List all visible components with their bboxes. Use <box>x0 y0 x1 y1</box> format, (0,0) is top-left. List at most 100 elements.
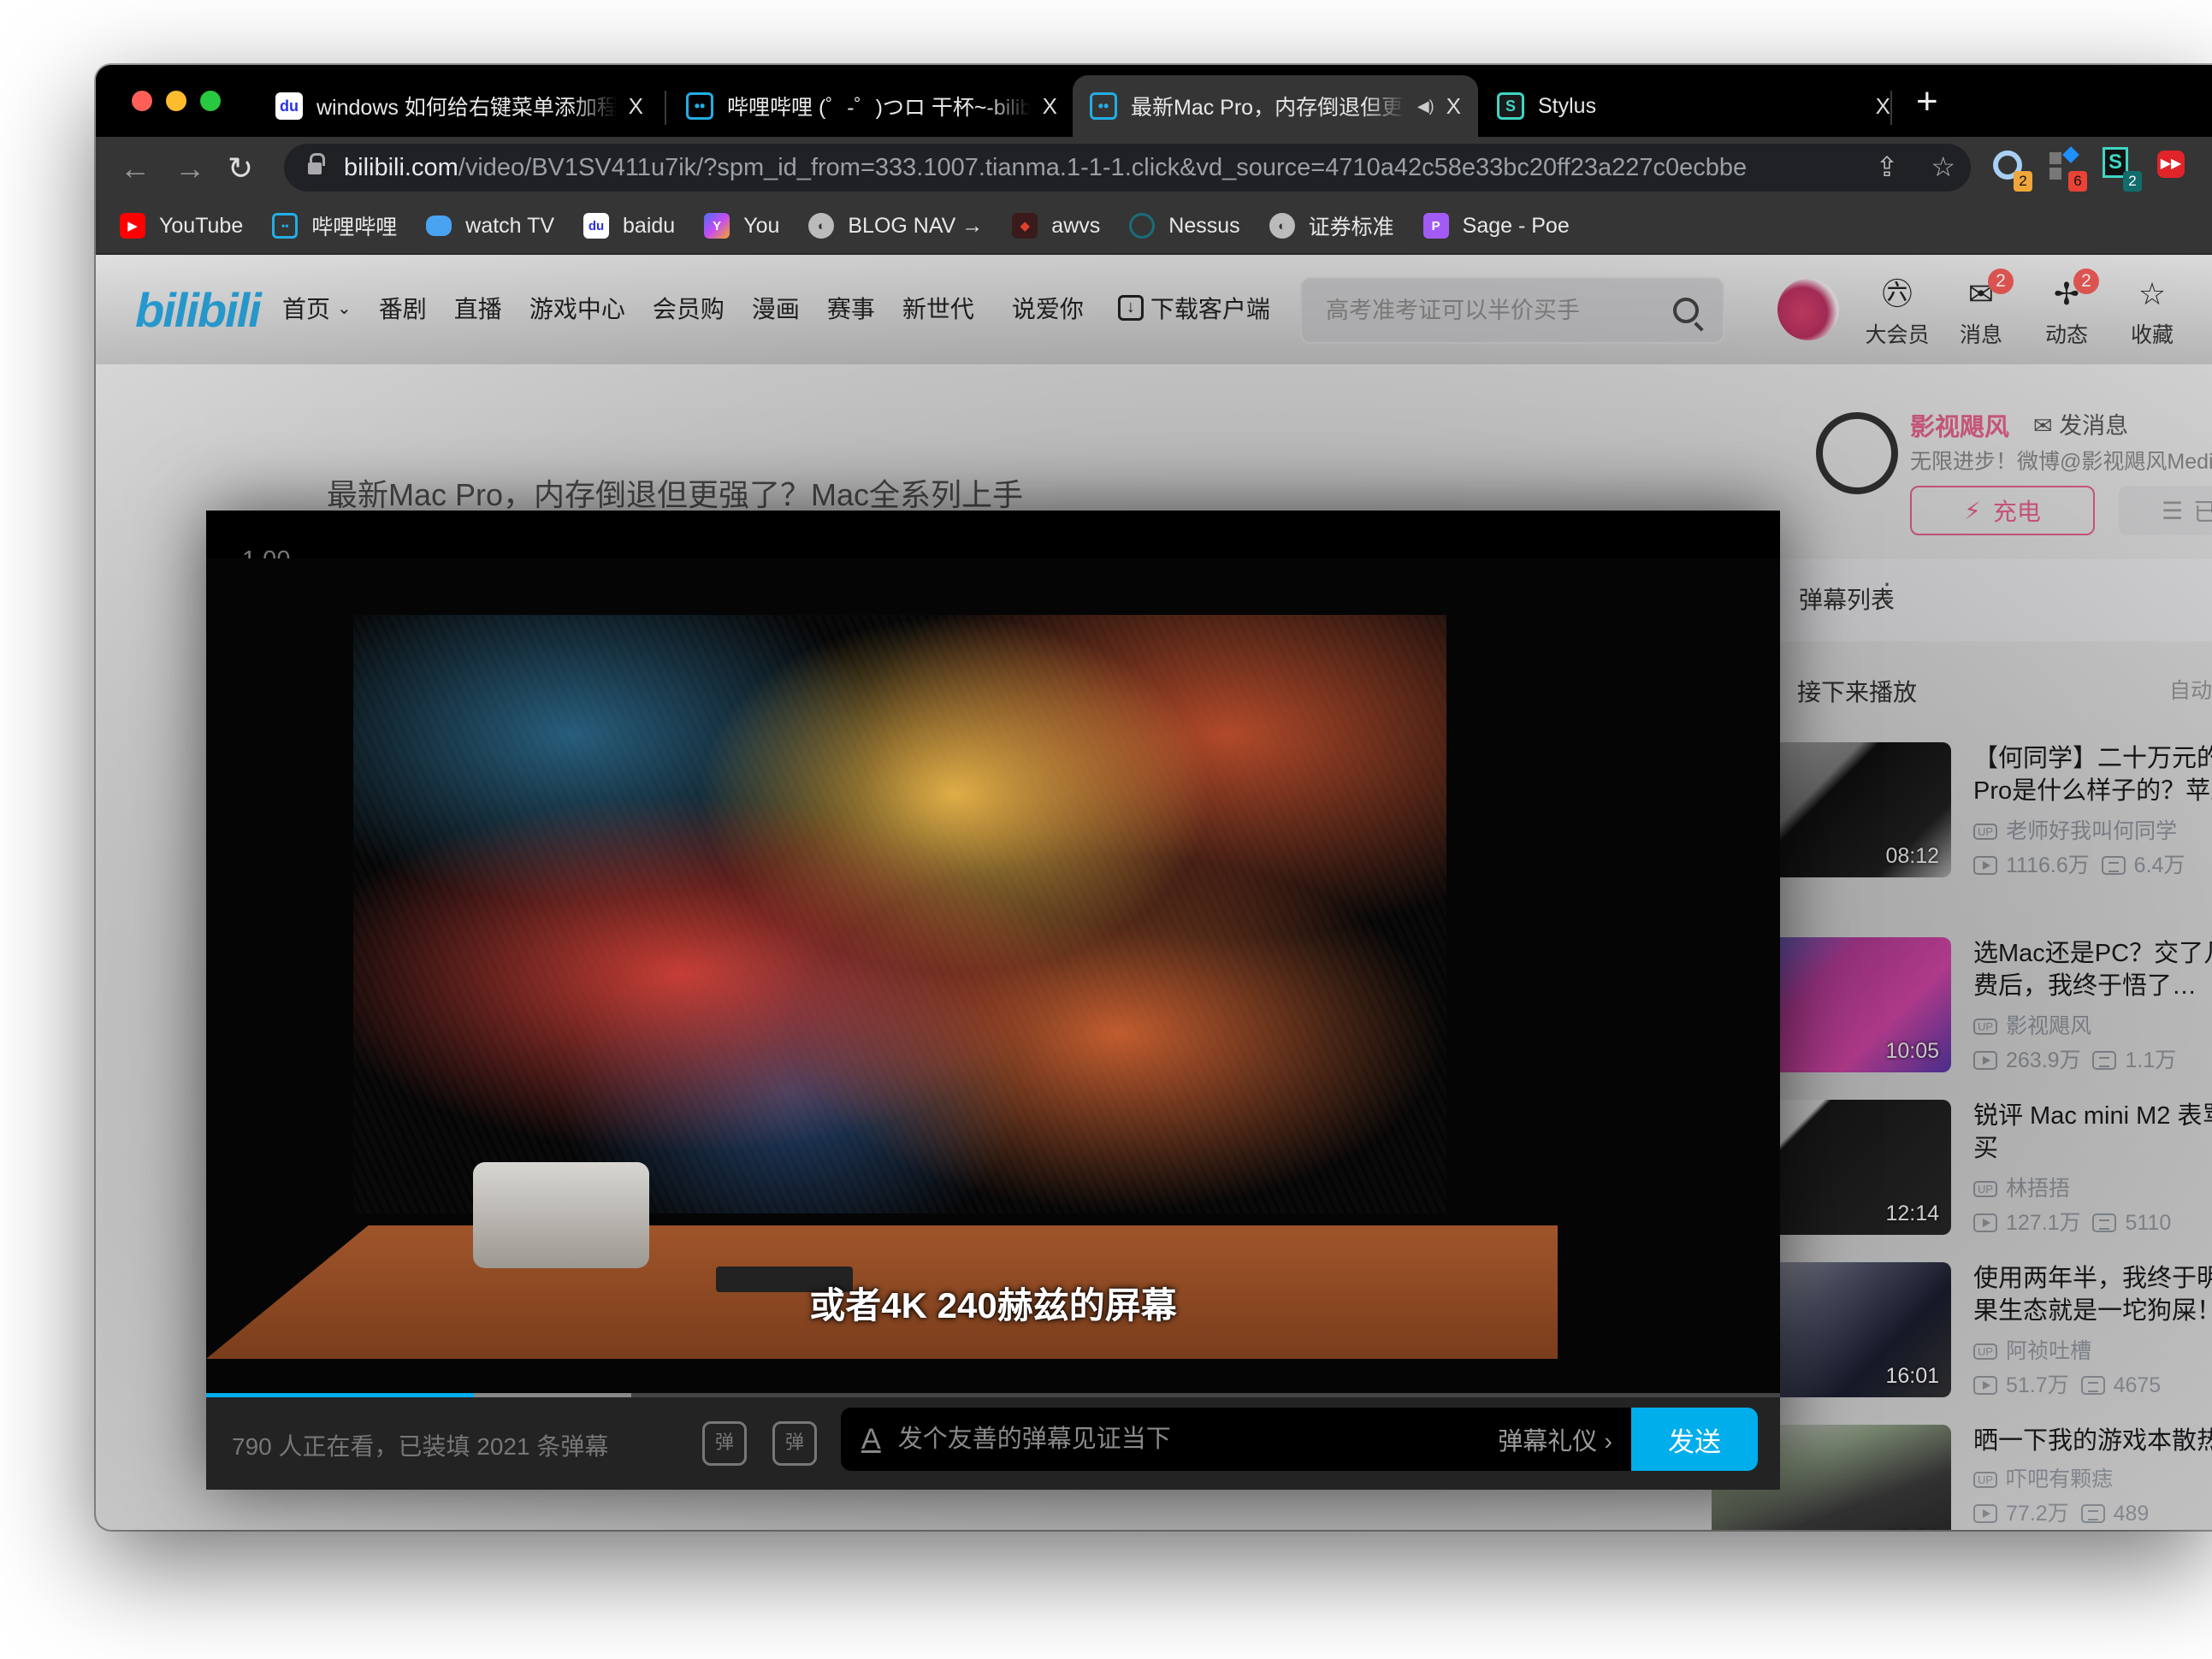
bookmark-nessus[interactable]: Nessus <box>1129 213 1240 239</box>
back-arrow-icon[interactable]: ← <box>120 151 151 186</box>
nav-new-generation[interactable]: 新世代 <box>902 291 974 325</box>
tab-stylus[interactable]: S Stylus X <box>1480 75 1907 137</box>
nav-say-love[interactable]: 说爱你 <box>1012 291 1084 325</box>
play-count-icon <box>1973 1376 1997 1395</box>
uploader-description: 无限进步！微博@影视飓风MediaStorm <box>1910 450 2212 474</box>
search-input[interactable] <box>1326 297 1673 324</box>
close-tab-icon[interactable]: X <box>1876 93 1890 120</box>
web-page: bilibili 首页 ⌄ 番剧 直播 游戏中心 会员购 漫画 赛事 新世代 说爱… <box>96 255 2212 1530</box>
danmaku-toggle-icon[interactable]: 弹 <box>702 1421 747 1466</box>
bilibili-icon: •• <box>1090 92 1117 120</box>
nav-download-client[interactable]: ↓ 下载客户端 <box>1117 291 1270 325</box>
stylus-extension-icon[interactable]: S 2 <box>2103 147 2142 192</box>
danmaku-list-header[interactable]: 弹幕列表 ⋮ <box>1780 559 2212 641</box>
bookmark-you[interactable]: Y You <box>704 213 779 239</box>
nav-shop[interactable]: 会员购 <box>653 291 725 325</box>
nav-anime[interactable]: 番剧 <box>379 291 427 325</box>
bookmarks-bar: ▶ YouTube •• 哔哩哔哩 watch TV du baidu Y You ◐ B… <box>96 198 2212 255</box>
danmaku-etiquette-link[interactable]: 弹幕礼仪 › <box>1498 1421 1612 1457</box>
extension-2-icon[interactable]: 6 <box>2048 146 2087 192</box>
more-options-icon[interactable]: ⋮ <box>1874 578 1900 608</box>
recommendation-item[interactable]: 00:34 晒一下我的游戏本散热 UP吓吧有颗痣 77.2万 489 <box>1712 1425 2212 1530</box>
url-path: /video/BV1SV411u7ik/?spm_id_from=333.100… <box>458 153 1748 181</box>
forward-arrow-icon[interactable]: → <box>174 151 205 186</box>
stylus-icon: S <box>1497 92 1524 120</box>
close-tab-icon[interactable]: X <box>1446 93 1461 120</box>
extension-1-icon[interactable]: 2 <box>1993 147 2032 192</box>
search-icon[interactable] <box>1673 298 1699 323</box>
bookmark-blog-nav[interactable]: ◐ BLOG NAV → <box>808 213 983 239</box>
new-tab-button[interactable]: + <box>1916 80 1938 123</box>
bookmark-youtube[interactable]: ▶ YouTube <box>120 213 243 239</box>
tv-icon <box>426 215 452 236</box>
nav-esports[interactable]: 赛事 <box>827 291 875 325</box>
up-icon: UP <box>1973 1018 1998 1035</box>
nav-manga[interactable]: 漫画 <box>752 291 800 325</box>
header-dynamics[interactable]: ✢ 动态 2 <box>2032 269 2101 349</box>
play-count-icon <box>1973 1051 1997 1070</box>
envelope-icon: ✉ <box>2033 413 2060 439</box>
danmaku-count-icon <box>2092 1051 2117 1070</box>
tab-separator <box>665 91 666 125</box>
tab-active-video[interactable]: •• 最新Mac Pro，内存倒退但更强了 ◀︎) X <box>1073 75 1478 137</box>
nav-live[interactable]: 直播 <box>454 291 502 325</box>
lock-icon <box>308 153 325 176</box>
follow-button[interactable]: ☰已关注 635 <box>2119 486 2212 535</box>
extension-4-icon[interactable]: ▶▶ <box>2157 147 2191 185</box>
nav-home[interactable]: 首页 ⌄ <box>282 291 352 325</box>
uploader-name[interactable]: 影视飓风 <box>1910 407 2009 443</box>
bookmark-bilibili[interactable]: •• 哔哩哔哩 <box>272 210 397 241</box>
recommendation-item[interactable]: 08:12 【何同学】二十万元的Mac Pro是什么样子的？苹果Mac UP老师… <box>1712 742 2212 883</box>
message-count-badge: 2 <box>1988 269 2014 294</box>
youtube-icon: ▶ <box>120 213 145 239</box>
recommendation-item[interactable]: 10:05 选Mac还是PC？交了几万学费后，我终于悟了… UP影视飓风 263… <box>1712 937 2212 1078</box>
header-vip[interactable]: ㊅ 大会员 <box>1863 275 1931 349</box>
user-avatar[interactable] <box>1777 279 1839 340</box>
video-player[interactable]: 1.00 或者4K 240赫兹的屏幕 790 人正在看，已装填 2021 条弹幕… <box>206 511 1780 1490</box>
close-tab-icon[interactable]: X <box>1043 93 1057 120</box>
maximize-window-button[interactable] <box>200 91 221 111</box>
send-danmaku-button[interactable]: 发送 <box>1631 1408 1758 1471</box>
menu-icon: ☰ <box>2162 497 2184 524</box>
bookmark-star-icon[interactable]: ☆ <box>1931 151 1955 183</box>
bookmark-sage-poe[interactable]: P Sage - Poe <box>1422 213 1570 239</box>
right-sidebar: 影视飓风 ✉ 发消息 无限进步！微博@影视飓风MediaStorm ⚡充电 ☰已… <box>1712 364 2212 1530</box>
danmaku-settings-icon[interactable]: 弹 <box>772 1421 817 1466</box>
recommendation-item[interactable]: 16:01 使用两年半，我终于明白苹果生态就是一坨狗屎！！ UP阿祯吐槽 51.… <box>1712 1262 2212 1403</box>
danmaku-count-icon <box>2080 1504 2105 1523</box>
vip-icon: ㊅ <box>1881 276 1913 311</box>
site-header: bilibili 首页 ⌄ 番剧 直播 游戏中心 会员购 漫画 赛事 新世代 说爱… <box>96 255 2212 364</box>
globe-icon: ◐ <box>808 213 835 239</box>
autoplay-toggle[interactable]: 自动连播 <box>2169 674 2212 705</box>
bilibili-icon: •• <box>272 213 299 239</box>
recommendation-item[interactable]: 12:14 锐评 Mac mini M2 表骂完就买 UP林捂捂 127.1万 … <box>1712 1100 2212 1241</box>
speaker-icon[interactable]: ◀︎) <box>1417 97 1434 115</box>
bookmark-baidu[interactable]: du baidu <box>583 213 675 239</box>
share-icon[interactable]: ⇪ <box>1876 151 1899 183</box>
bookmark-watch-tv[interactable]: watch TV <box>426 214 554 239</box>
bookmark-awvs[interactable]: ◆ awvs <box>1012 213 1100 239</box>
up-icon: UP <box>1973 1181 1998 1197</box>
video-frame[interactable]: 或者4K 240赫兹的屏幕 <box>206 558 1780 1414</box>
window-controls <box>132 91 221 111</box>
reload-icon[interactable]: ↻ <box>228 151 253 186</box>
header-favorites[interactable]: ☆ 收藏 <box>2118 275 2186 349</box>
close-tab-icon[interactable]: X <box>629 93 643 120</box>
nav-game-center[interactable]: 游戏中心 <box>529 291 625 325</box>
header-messages[interactable]: ✉ 消息 2 <box>1947 269 2015 349</box>
bilibili-icon: •• <box>686 92 713 120</box>
baidu-icon: du <box>583 213 610 239</box>
danmaku-input[interactable] <box>897 1425 1499 1454</box>
tab-bilibili-home[interactable]: •• 哔哩哔哩 (゜-゜)つロ 干杯~-bilibili X <box>669 75 1074 137</box>
charge-button[interactable]: ⚡ 充电 <box>1910 486 2095 535</box>
font-style-icon[interactable]: A <box>861 1423 881 1456</box>
bilibili-logo[interactable]: bilibili <box>135 282 262 338</box>
address-bar[interactable]: bilibili.com /video/BV1SV411u7ik/?spm_id… <box>284 144 1971 192</box>
send-message-link[interactable]: ✉ 发消息 <box>2033 407 2128 440</box>
uploader-avatar[interactable] <box>1816 412 1898 494</box>
bookmark-securities-standard[interactable]: ◐ 证券标准 <box>1269 210 1394 241</box>
minimize-window-button[interactable] <box>166 91 186 111</box>
up-icon: UP <box>1973 1343 1998 1360</box>
close-window-button[interactable] <box>132 91 152 111</box>
tab-baidu[interactable]: du windows 如何给右键菜单添加程序 X <box>258 75 660 137</box>
